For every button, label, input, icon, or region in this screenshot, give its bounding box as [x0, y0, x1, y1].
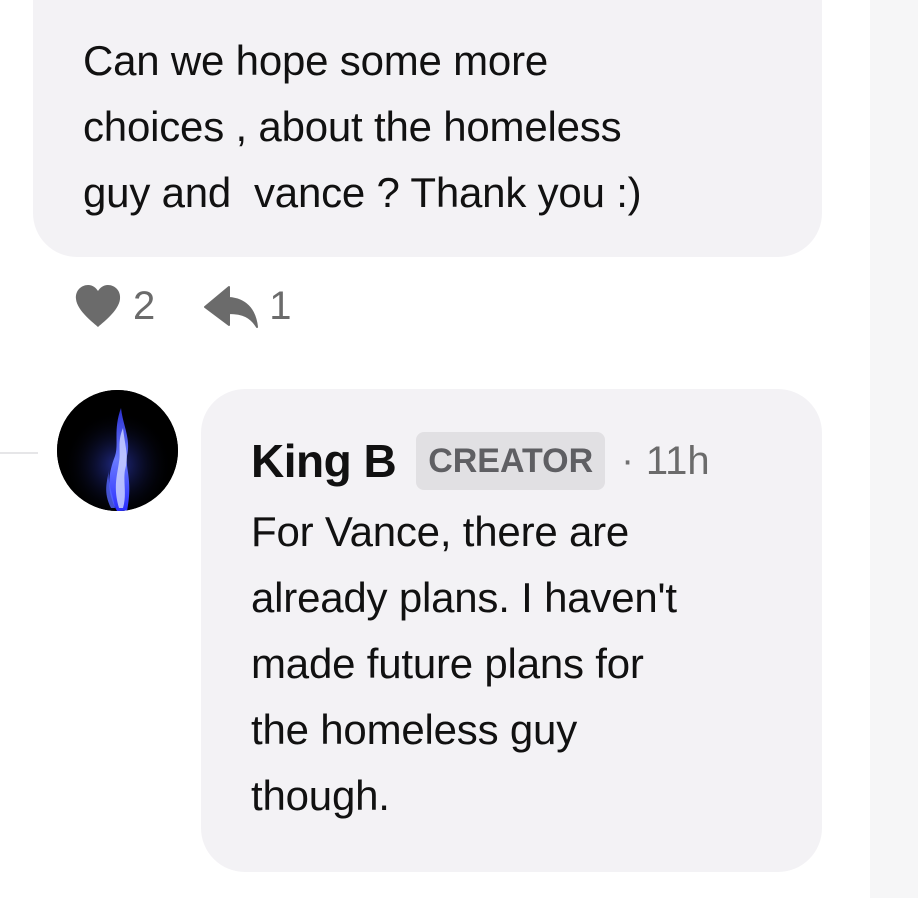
avatar[interactable] [57, 390, 178, 511]
comment-text: Can we hope some more choices , about th… [83, 37, 642, 216]
reply-header: King B CREATOR · 11h [251, 429, 822, 493]
like-button[interactable]: 2 [73, 283, 155, 329]
reply-text: For Vance, there are already plans. I ha… [251, 508, 677, 819]
reply-bubble: King B CREATOR · 11h For Vance, there ar… [201, 389, 822, 872]
timestamp: 11h [645, 438, 710, 483]
blue-flame-avatar-icon [57, 390, 178, 511]
author-name[interactable]: King B [251, 434, 397, 488]
creator-badge: CREATOR [416, 432, 606, 490]
reply-arrow-icon [204, 286, 259, 328]
heart-icon [75, 285, 121, 327]
meta-separator: · [621, 439, 634, 482]
reply-count: 1 [269, 283, 292, 328]
thread-connector-line [0, 452, 38, 454]
comment-actions: 2 1 [73, 278, 292, 334]
side-panel-edge [870, 0, 918, 898]
reply-button[interactable]: 1 [203, 283, 292, 329]
like-count: 2 [133, 283, 156, 328]
comment-bubble: Can we hope some more choices , about th… [33, 0, 822, 257]
